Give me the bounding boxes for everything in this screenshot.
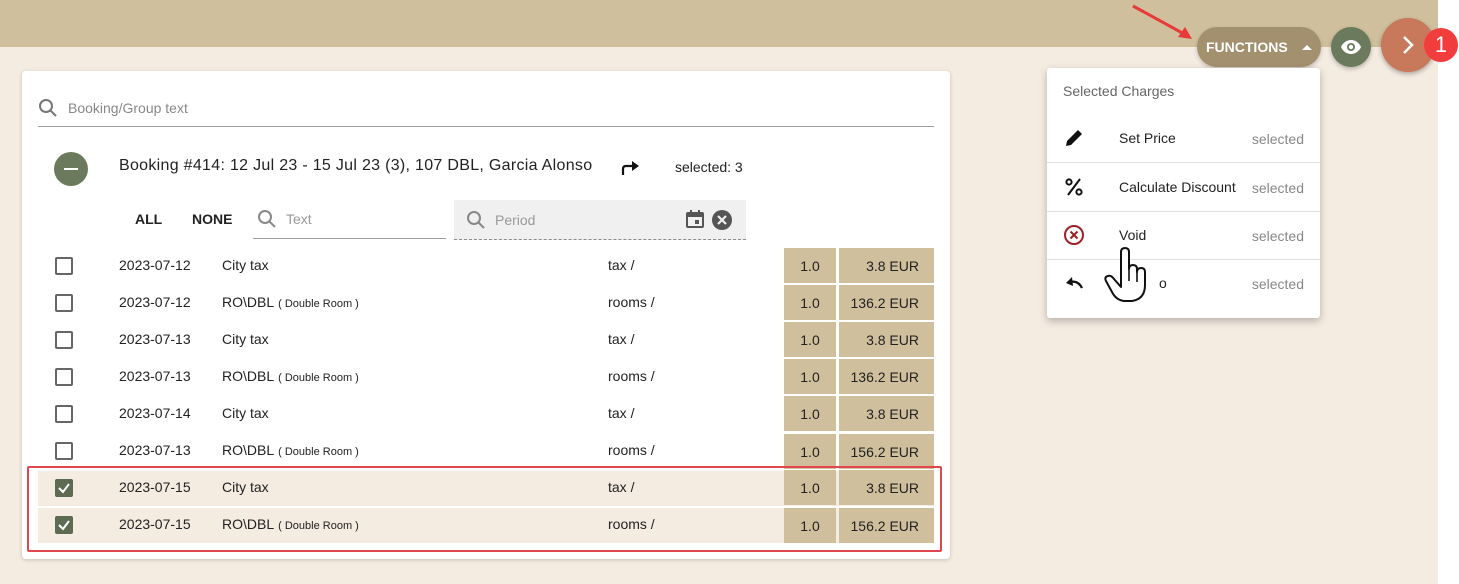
booking-search-placeholder: Booking/Group text [68, 99, 188, 116]
row-date: 2023-07-12 [119, 294, 191, 310]
menu-item-status: selected [1251, 180, 1304, 196]
row-category: rooms / [608, 368, 655, 384]
row-description-note: ( Double Room ) [278, 446, 359, 458]
row-quantity: 1.0 [784, 285, 836, 320]
selected-count: selected: 3 [675, 159, 743, 175]
row-description: RO\DBL( Double Room ) [222, 368, 359, 384]
caret-up-icon [1301, 44, 1312, 50]
menu-item-calculate-discount[interactable]: Calculate Discount selected [1047, 164, 1320, 212]
functions-button[interactable]: FUNCTIONS [1197, 27, 1321, 67]
annotation-arrow [1132, 4, 1192, 39]
row-checkbox[interactable] [55, 405, 73, 423]
clear-icon[interactable] [711, 209, 733, 231]
row-checkbox[interactable] [55, 257, 73, 275]
pencil-icon [1066, 130, 1082, 146]
row-category: tax / [608, 405, 635, 421]
row-date: 2023-07-12 [119, 257, 191, 273]
charge-row: 2023-07-13 RO\DBL( Double Room ) rooms / 1.… [38, 359, 934, 395]
row-description-text: City tax [222, 405, 269, 421]
charge-row: 2023-07-14 City tax tax / 1.0 3.8 EUR [38, 396, 934, 432]
row-checkbox[interactable] [55, 294, 73, 312]
row-date: 2023-07-13 [119, 331, 191, 347]
search-icon [39, 98, 57, 117]
row-category: rooms / [608, 294, 655, 310]
select-none-button[interactable]: NONE [192, 211, 232, 227]
row-description-text: RO\DBL [222, 294, 275, 310]
row-quantity: 1.0 [784, 359, 836, 394]
row-category: tax / [608, 257, 635, 273]
row-category: tax / [608, 331, 635, 347]
booking-title: Booking #414: 12 Jul 23 - 15 Jul 23 (3),… [119, 157, 593, 174]
row-description-text: RO\DBL [222, 368, 275, 384]
menu-item-label: Void [1119, 227, 1147, 243]
percent-icon [1065, 178, 1083, 196]
search-icon [258, 210, 276, 228]
menu-item-label: Calculate Discount [1119, 179, 1236, 195]
row-quantity: 1.0 [784, 248, 836, 283]
search-icon [467, 210, 485, 229]
row-amount: 136.2 EUR [839, 359, 934, 394]
forward-arrow-icon[interactable] [620, 160, 640, 176]
menu-item-label: o [1159, 275, 1167, 291]
row-date: 2023-07-13 [119, 368, 191, 384]
row-quantity: 1.0 [784, 322, 836, 357]
calendar-icon[interactable] [685, 209, 705, 229]
row-amount: 156.2 EUR [839, 434, 934, 469]
row-description: RO\DBL( Double Room ) [222, 294, 359, 310]
eye-icon [1341, 40, 1361, 54]
row-description: City tax [222, 405, 273, 421]
booking-search-field[interactable]: Booking/Group text [38, 89, 934, 127]
row-description-text: City tax [222, 257, 269, 273]
row-description: City tax [222, 331, 273, 347]
menu-header: Selected Charges [1063, 83, 1175, 99]
row-amount: 3.8 EUR [839, 248, 934, 283]
eye-button[interactable] [1331, 27, 1371, 67]
charge-row: 2023-07-12 City tax tax / 1.0 3.8 EUR [38, 248, 934, 284]
charge-row: 2023-07-12 RO\DBL( Double Room ) rooms / 1.… [38, 285, 934, 321]
row-checkbox[interactable] [55, 368, 73, 386]
row-category: rooms / [608, 442, 655, 458]
row-date: 2023-07-13 [119, 442, 191, 458]
row-description-text: City tax [222, 331, 269, 347]
row-description-text: RO\DBL [222, 442, 275, 458]
functions-menu: Selected Charges Set Price selected Calc… [1047, 68, 1320, 318]
row-quantity: 1.0 [784, 434, 836, 469]
row-amount: 136.2 EUR [839, 285, 934, 320]
row-amount: 3.8 EUR [839, 396, 934, 431]
menu-item-undo[interactable]: o selected [1047, 260, 1320, 308]
selection-highlight-box [27, 466, 942, 552]
row-amount: 3.8 EUR [839, 322, 934, 357]
select-all-button[interactable]: ALL [135, 211, 162, 227]
void-circle-x-icon [1064, 225, 1084, 245]
row-description-note: ( Double Room ) [278, 372, 359, 384]
collapse-booking-button[interactable] [54, 152, 88, 186]
charge-row: 2023-07-13 City tax tax / 1.0 3.8 EUR [38, 322, 934, 358]
row-date: 2023-07-14 [119, 405, 191, 421]
row-checkbox[interactable] [55, 442, 73, 460]
menu-item-status: selected [1251, 276, 1304, 292]
row-description: RO\DBL( Double Room ) [222, 442, 359, 458]
menu-item-label: Set Price [1119, 130, 1176, 146]
row-quantity: 1.0 [784, 396, 836, 431]
menu-item-void[interactable]: Void selected [1047, 212, 1320, 260]
chevron-right-icon [1403, 36, 1414, 54]
menu-item-status: selected [1251, 228, 1304, 244]
minus-icon [64, 168, 78, 170]
menu-item-set-price[interactable]: Set Price selected [1047, 115, 1320, 163]
row-description: City tax [222, 257, 273, 273]
period-filter-input[interactable]: Period [454, 200, 746, 240]
undo-icon [1066, 277, 1083, 289]
menu-item-status: selected [1251, 131, 1304, 147]
functions-label: FUNCTIONS [1206, 39, 1288, 55]
charge-row: 2023-07-13 RO\DBL( Double Room ) rooms / 1.… [38, 434, 934, 469]
row-description-note: ( Double Room ) [278, 298, 359, 310]
row-checkbox[interactable] [55, 331, 73, 349]
text-filter-input[interactable]: Text [253, 200, 446, 239]
hand-pointer-cursor-icon [1104, 247, 1146, 302]
period-filter-placeholder: Period [495, 211, 536, 228]
text-filter-placeholder: Text [286, 211, 312, 227]
notification-badge: 1 [1424, 28, 1458, 62]
